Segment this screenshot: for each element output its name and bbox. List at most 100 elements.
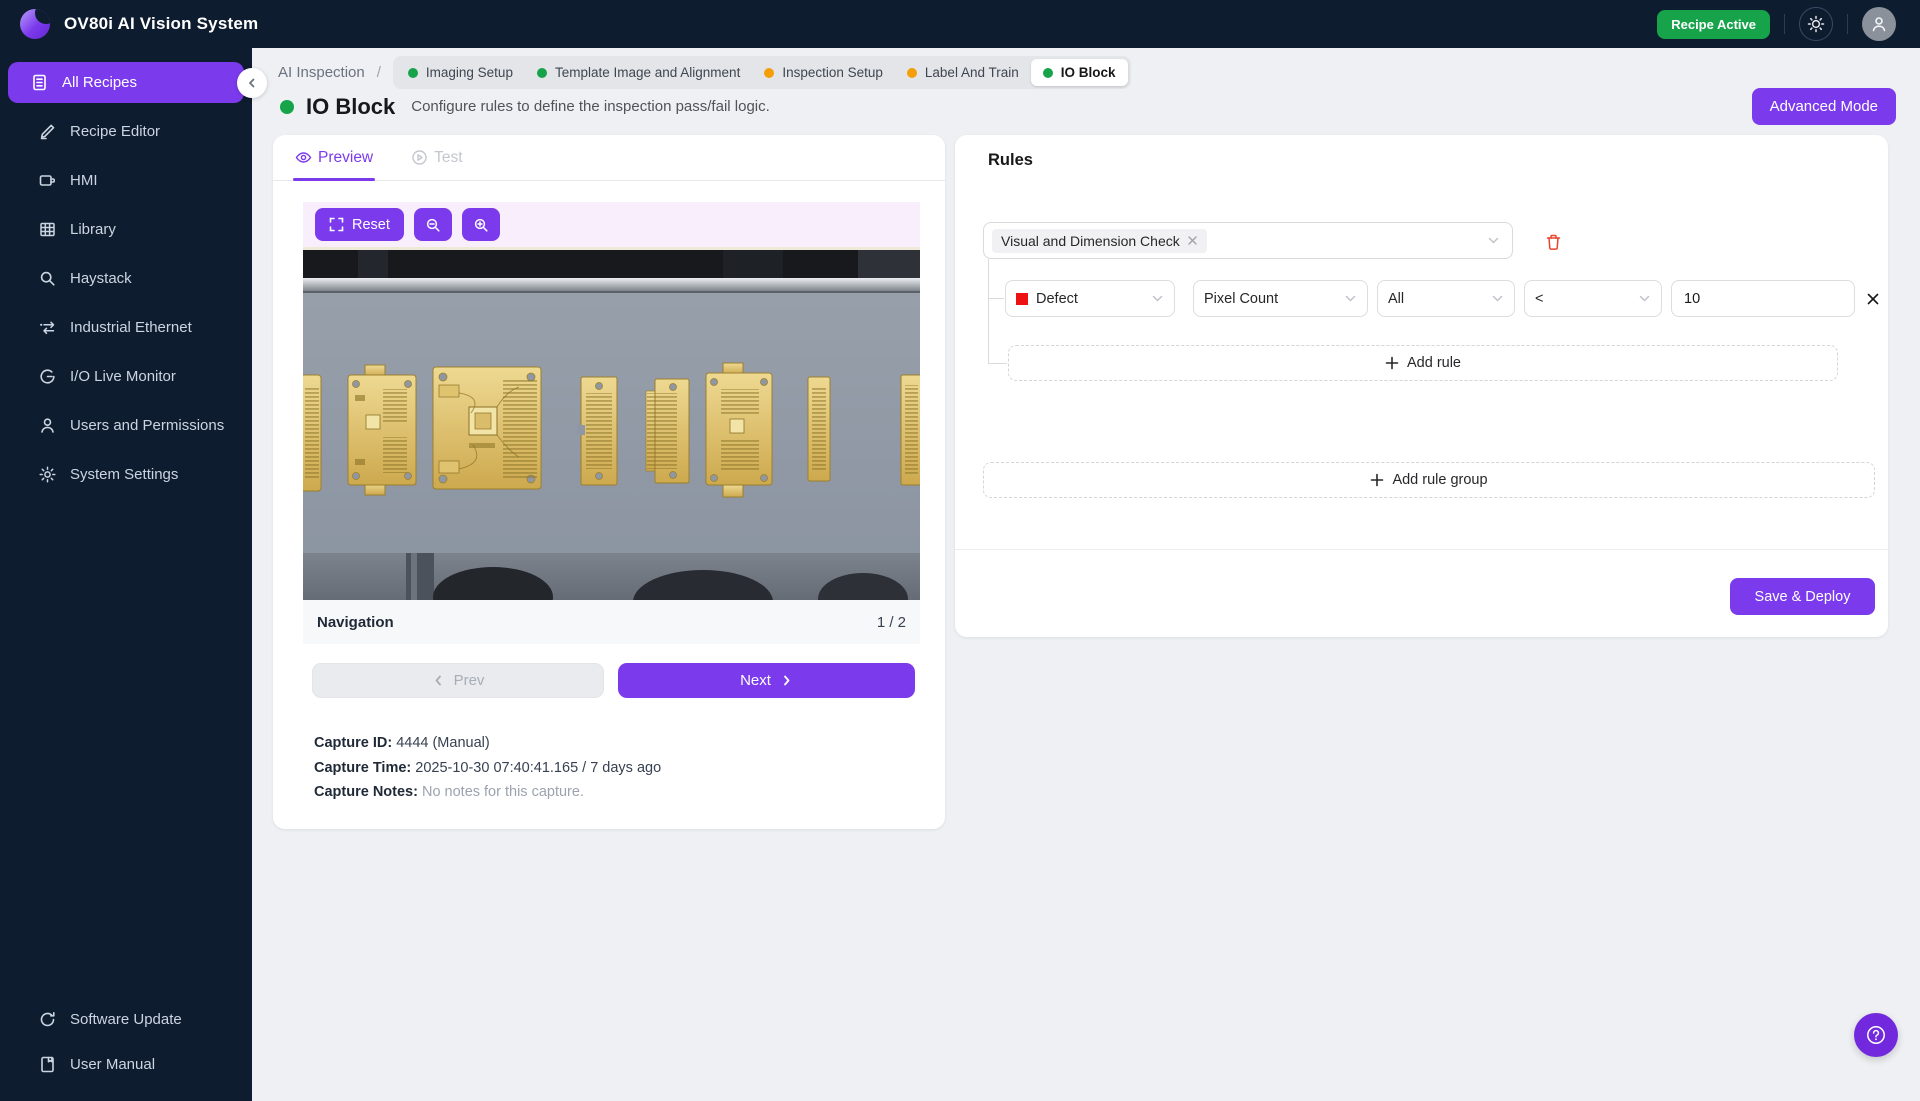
step-io-block[interactable]: IO Block (1031, 59, 1128, 86)
chevron-right-icon (780, 674, 793, 687)
step-status-dot (1043, 68, 1053, 78)
rule-row: Defect Pixel Count All < (955, 280, 1888, 317)
capture-time-row: Capture Time: 2025-10-30 07:40:41.165 / … (314, 756, 661, 781)
page-subtitle: Configure rules to define the inspection… (411, 98, 770, 115)
rule-tree-connector (988, 363, 1007, 364)
capture-id-row: Capture ID: 4444 (Manual) (314, 731, 661, 756)
zoom-out-button[interactable] (414, 208, 452, 241)
app-logo-icon (20, 9, 50, 39)
chevron-left-icon (432, 674, 445, 687)
sidebar: All Recipes Recipe Editor HMI Library Ha… (0, 48, 252, 1101)
sidebar-item-haystack[interactable]: Haystack (8, 258, 244, 299)
prev-button[interactable]: Prev (312, 663, 604, 698)
step-template-image-alignment[interactable]: Template Image and Alignment (525, 59, 752, 86)
sidebar-item-software-update[interactable]: Software Update (8, 999, 244, 1040)
workflow-steps: Imaging Setup Template Image and Alignme… (393, 56, 1131, 89)
page-indicator: 1 / 2 (877, 614, 906, 631)
rules-footer-divider (955, 549, 1888, 550)
sidebar-item-label: All Recipes (62, 74, 137, 91)
sidebar-collapse-button[interactable] (237, 68, 267, 98)
plus-icon (1385, 356, 1399, 370)
breadcrumb: AI Inspection / Imaging Setup Template I… (278, 56, 1131, 89)
rules-panel: Rules Visual and Dimension Check Defect … (955, 135, 1888, 637)
user-avatar[interactable] (1862, 7, 1896, 41)
capture-id-label: Capture ID: (314, 735, 392, 751)
rules-title: Rules (988, 151, 1033, 170)
plus-icon (1370, 473, 1384, 487)
zoom-in-button[interactable] (462, 208, 500, 241)
reset-view-button[interactable]: Reset (315, 208, 404, 241)
sidebar-item-io-live-monitor[interactable]: I/O Live Monitor (8, 356, 244, 397)
add-rule-group-button[interactable]: Add rule group (983, 462, 1875, 498)
step-label-and-train[interactable]: Label And Train (895, 59, 1031, 86)
header-divider (1847, 14, 1848, 34)
rule-class-select[interactable]: Defect (1005, 280, 1175, 317)
theme-toggle-button[interactable] (1799, 7, 1833, 41)
sidebar-item-label: Software Update (70, 1011, 182, 1028)
sidebar-item-hmi[interactable]: HMI (8, 160, 244, 201)
advanced-mode-button[interactable]: Advanced Mode (1752, 88, 1896, 125)
next-label: Next (740, 672, 771, 689)
chevron-down-icon (1487, 234, 1500, 247)
refresh-icon (38, 1010, 57, 1029)
search-icon (38, 269, 57, 288)
sidebar-item-all-recipes[interactable]: All Recipes (8, 62, 244, 103)
ethernet-arrows-icon (38, 318, 57, 337)
app-title: OV80i AI Vision System (64, 14, 258, 34)
prev-label: Prev (454, 672, 485, 689)
sidebar-item-label: System Settings (70, 466, 178, 483)
step-label: Template Image and Alignment (555, 65, 740, 80)
add-rule-button[interactable]: Add rule (1008, 345, 1838, 381)
sidebar-item-industrial-ethernet[interactable]: Industrial Ethernet (8, 307, 244, 348)
tag-remove-icon[interactable] (1187, 235, 1198, 246)
reset-label: Reset (352, 217, 390, 233)
reset-corners-icon (329, 217, 344, 232)
recipes-icon (30, 73, 49, 92)
capture-photo-illustration (303, 247, 920, 600)
sidebar-item-label: User Manual (70, 1056, 155, 1073)
rule-scope-select[interactable]: All (1377, 280, 1515, 317)
sidebar-item-user-manual[interactable]: User Manual (8, 1044, 244, 1085)
rule-metric-value: Pixel Count (1204, 291, 1278, 307)
chevron-down-icon (1638, 292, 1651, 305)
capture-time-value: 2025-10-30 07:40:41.165 / 7 days ago (415, 760, 661, 776)
gear-icon (38, 465, 57, 484)
step-label: IO Block (1061, 65, 1116, 80)
help-button[interactable] (1854, 1013, 1898, 1057)
page-header: IO Block Configure rules to define the i… (280, 88, 1896, 125)
navigation-title: Navigation (317, 614, 394, 631)
step-imaging-setup[interactable]: Imaging Setup (396, 59, 525, 86)
sidebar-item-users-permissions[interactable]: Users and Permissions (8, 405, 244, 446)
step-status-dot (408, 68, 418, 78)
rule-operator-value: < (1535, 291, 1543, 307)
capture-notes-row: Capture Notes: No notes for this capture… (314, 780, 661, 805)
sidebar-item-recipe-editor[interactable]: Recipe Editor (8, 111, 244, 152)
delete-rule-group-button[interactable] (1541, 230, 1565, 254)
chevron-down-icon (1491, 292, 1504, 305)
rule-group-select[interactable]: Visual and Dimension Check (983, 222, 1513, 259)
capture-image[interactable] (303, 247, 920, 600)
step-status-dot (537, 68, 547, 78)
tab-preview[interactable]: Preview (295, 135, 373, 180)
rule-threshold-input[interactable] (1671, 280, 1855, 317)
close-icon (1866, 292, 1880, 306)
next-button[interactable]: Next (618, 663, 915, 698)
remove-rule-button[interactable] (1860, 286, 1886, 312)
tab-label: Test (434, 149, 462, 167)
rule-group-tag: Visual and Dimension Check (992, 229, 1207, 253)
sidebar-item-label: Recipe Editor (70, 123, 160, 140)
rule-metric-select[interactable]: Pixel Count (1193, 280, 1368, 317)
chevron-down-icon (1151, 292, 1164, 305)
user-icon (38, 416, 57, 435)
step-inspection-setup[interactable]: Inspection Setup (752, 59, 895, 86)
breadcrumb-root[interactable]: AI Inspection (278, 64, 365, 81)
sidebar-item-label: I/O Live Monitor (70, 368, 176, 385)
tab-test[interactable]: Test (411, 135, 462, 180)
save-deploy-button[interactable]: Save & Deploy (1730, 578, 1875, 615)
capture-info: Capture ID: 4444 (Manual) Capture Time: … (314, 731, 661, 805)
rule-operator-select[interactable]: < (1524, 280, 1662, 317)
defect-color-swatch (1016, 293, 1028, 305)
sidebar-item-library[interactable]: Library (8, 209, 244, 250)
sidebar-item-system-settings[interactable]: System Settings (8, 454, 244, 495)
preview-panel: Preview Test Reset (273, 135, 945, 829)
